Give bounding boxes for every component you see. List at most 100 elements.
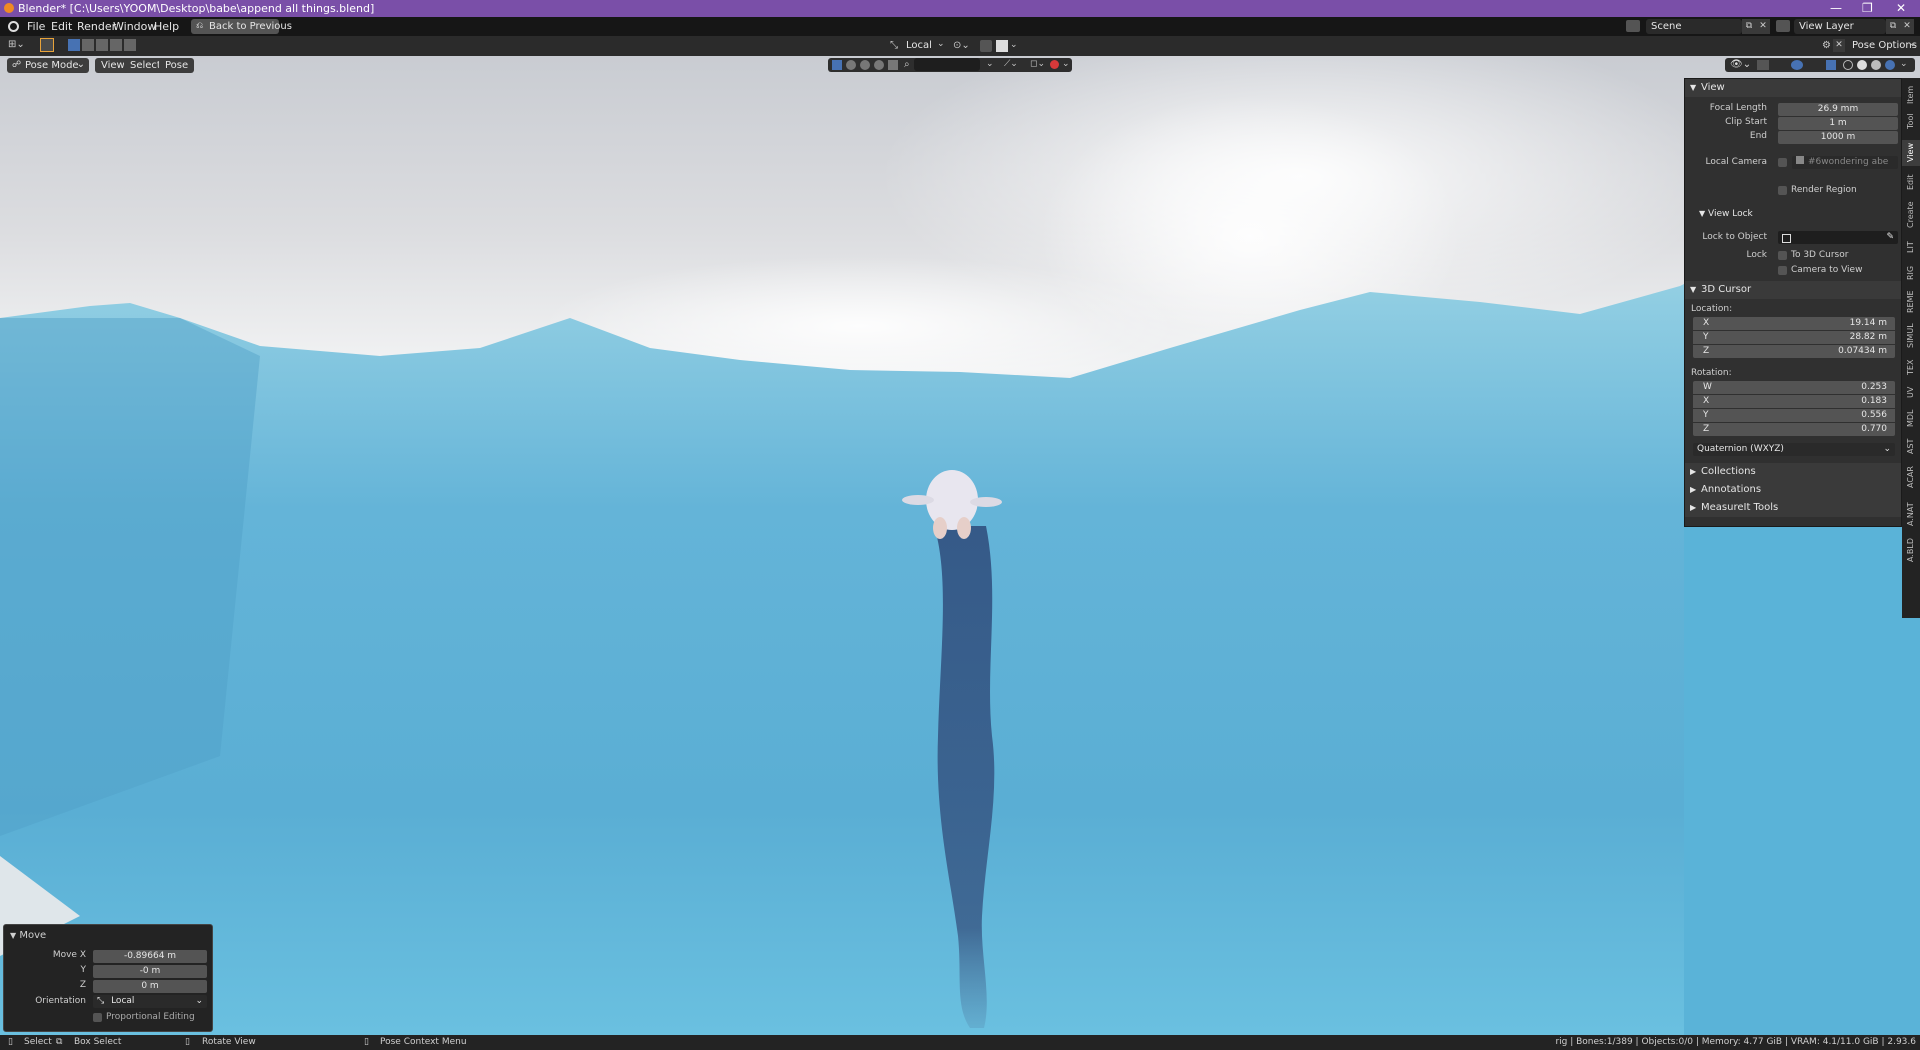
select-mode-invert-icon[interactable] xyxy=(110,39,122,51)
menu-window[interactable]: Window xyxy=(113,20,156,33)
visibility-icon[interactable]: 👁⌄ xyxy=(1730,59,1751,70)
tab-item[interactable]: Item xyxy=(1902,82,1920,108)
tab-mdl[interactable]: MDL xyxy=(1902,406,1920,430)
transform-orientation-dropdown[interactable]: Local xyxy=(906,40,932,51)
tab-rig[interactable]: RIG xyxy=(1902,262,1920,284)
solid-shading-icon[interactable] xyxy=(1857,60,1867,70)
move-y-field[interactable]: -0 m xyxy=(93,965,207,978)
minimize-button[interactable]: — xyxy=(1830,1,1842,15)
cursor-rotation-x-field[interactable]: X 0.183 xyxy=(1693,395,1895,408)
menu-edit[interactable]: Edit xyxy=(51,20,72,33)
shading-options-icon[interactable]: ⌄ xyxy=(1900,59,1908,69)
tab-acar[interactable]: ACAR xyxy=(1902,462,1920,492)
view-panel-header[interactable]: ▼ View xyxy=(1685,79,1901,97)
cursor-rotation-y-field[interactable]: Y 0.556 xyxy=(1693,409,1895,422)
pivot-point-icon[interactable]: ⊙⌄ xyxy=(953,40,970,51)
proportional-edit-icon[interactable]: ⌄ xyxy=(1010,40,1018,50)
operator-panel-header[interactable]: ▼ Move xyxy=(10,930,46,941)
tab-ast[interactable]: AST xyxy=(1902,434,1920,458)
scene-field[interactable]: Scene xyxy=(1646,19,1742,34)
viewport-search-input[interactable] xyxy=(914,58,980,71)
cursor-rotation-w-field[interactable]: W 0.253 xyxy=(1693,381,1895,394)
new-view-layer-icon[interactable]: ⧉ xyxy=(1886,19,1900,34)
rendered-shading-icon[interactable] xyxy=(1885,60,1895,70)
pose-menu[interactable]: Pose xyxy=(159,58,195,73)
snap-icon[interactable] xyxy=(980,40,992,52)
tab-reme[interactable]: REME xyxy=(1902,288,1920,316)
select-mode-extend-icon[interactable] xyxy=(82,39,94,51)
tab-simul[interactable]: SIMUL xyxy=(1902,320,1920,352)
overlay-icon[interactable]: ◻⌄ xyxy=(1030,59,1045,69)
delete-scene-icon[interactable]: ✕ xyxy=(1756,19,1770,34)
shading-icon[interactable] xyxy=(846,60,856,70)
editor-type-icon[interactable]: ⊞⌄ xyxy=(8,39,30,53)
render-icon[interactable] xyxy=(874,60,884,70)
tab-uv[interactable]: UV xyxy=(1902,382,1920,402)
gizmos-icon[interactable] xyxy=(1757,60,1769,70)
cursor-location-x-field[interactable]: X 19.14 m xyxy=(1693,317,1895,330)
scene-icon[interactable] xyxy=(1626,20,1640,32)
material-icon[interactable] xyxy=(860,60,870,70)
delete-view-layer-icon[interactable]: ✕ xyxy=(1900,19,1914,34)
cursor-rotation-z-field[interactable]: Z 0.770 xyxy=(1693,423,1895,436)
tab-lit[interactable]: LIT xyxy=(1902,236,1920,258)
to-3d-cursor-checkbox[interactable] xyxy=(1778,251,1787,260)
cursor-location-z-field[interactable]: Z 0.07434 m xyxy=(1693,345,1895,358)
mode-dropdown[interactable]: ☍ Pose Mode ⌄ xyxy=(7,58,89,73)
blender-logo-icon[interactable] xyxy=(8,21,19,32)
3d-viewport[interactable]: ☍ Pose Mode ⌄ View Select Pose ⌕ ⌄ ⟋⌄ ◻⌄… xyxy=(0,56,1920,1035)
rotation-mode-dropdown[interactable]: Quaternion (WXYZ) ⌄ xyxy=(1693,443,1895,456)
xray-icon[interactable] xyxy=(1826,60,1836,70)
local-camera-checkbox[interactable] xyxy=(1778,158,1787,167)
orientation-dropdown[interactable]: ⤡ Local ⌄ xyxy=(93,995,207,1008)
tab-create[interactable]: Create xyxy=(1902,198,1920,232)
pose-options-dropdown[interactable]: Pose Options xyxy=(1852,40,1917,51)
view-layer-field[interactable]: View Layer xyxy=(1794,19,1886,34)
move-z-field[interactable]: 0 m xyxy=(93,980,207,993)
clip-start-field[interactable]: 1 m xyxy=(1778,117,1898,130)
close-icon[interactable]: ✕ xyxy=(1833,39,1845,52)
record-icon[interactable] xyxy=(1050,60,1059,69)
annotations-panel-header[interactable]: ▶ Annotations xyxy=(1685,481,1901,499)
options-icon[interactable]: ⚙ xyxy=(1822,40,1831,51)
menu-file[interactable]: File xyxy=(27,20,45,33)
new-scene-icon[interactable]: ⧉ xyxy=(1742,19,1756,34)
focal-length-field[interactable]: 26.9 mm xyxy=(1778,103,1898,116)
measureit-panel-header[interactable]: ▶ MeasureIt Tools xyxy=(1685,499,1901,517)
close-button[interactable]: ✕ xyxy=(1896,1,1906,15)
collections-panel-header[interactable]: ▶ Collections xyxy=(1685,463,1901,481)
select-mode-new-icon[interactable] xyxy=(68,39,80,51)
clip-end-field[interactable]: 1000 m xyxy=(1778,131,1898,144)
view-lock-header[interactable]: ▼ View Lock xyxy=(1699,209,1753,219)
local-camera-field[interactable]: #6wondering abe xyxy=(1792,156,1898,169)
lock-to-object-field[interactable]: ✎ xyxy=(1778,231,1898,244)
camera-icon[interactable] xyxy=(888,60,898,70)
cursor-location-y-field[interactable]: Y 28.82 m xyxy=(1693,331,1895,344)
object-type-visibility-icon[interactable] xyxy=(832,60,842,70)
menu-render[interactable]: Render xyxy=(77,20,116,33)
move-x-field[interactable]: -0.89664 m xyxy=(93,950,207,963)
overlays-icon[interactable] xyxy=(1791,60,1803,70)
tab-view[interactable]: View xyxy=(1902,140,1920,166)
eyedropper-icon[interactable]: ✎ xyxy=(1886,232,1898,242)
back-to-previous-button[interactable]: ⎌ Back to Previous xyxy=(191,19,292,34)
tab-tool[interactable]: Tool xyxy=(1902,108,1920,134)
select-mode-subtract-icon[interactable] xyxy=(96,39,108,51)
tab-anat[interactable]: A.NAT xyxy=(1902,498,1920,530)
select-tool-icon[interactable] xyxy=(40,38,54,52)
proportional-editing-checkbox[interactable] xyxy=(93,1013,102,1022)
render-region-checkbox[interactable] xyxy=(1778,186,1787,195)
view-layer-icon[interactable] xyxy=(1776,20,1790,32)
tab-abld[interactable]: A.BLD xyxy=(1902,534,1920,566)
tab-tex[interactable]: TEX xyxy=(1902,356,1920,378)
filter-icon[interactable]: ⌄ xyxy=(986,59,994,69)
tab-edit[interactable]: Edit xyxy=(1902,170,1920,194)
camera-to-view-checkbox[interactable] xyxy=(1778,266,1787,275)
material-shading-icon[interactable] xyxy=(1871,60,1881,70)
search-icon[interactable]: ⌕ xyxy=(904,59,910,70)
3d-cursor-panel-header[interactable]: ▼ 3D Cursor xyxy=(1685,281,1901,299)
chevron-down-icon[interactable]: ⌄ xyxy=(1062,59,1070,69)
menu-help[interactable]: Help xyxy=(154,20,179,33)
snap-element-icon[interactable] xyxy=(996,40,1008,52)
gizmo-icon[interactable]: ⟋⌄ xyxy=(1004,59,1018,69)
